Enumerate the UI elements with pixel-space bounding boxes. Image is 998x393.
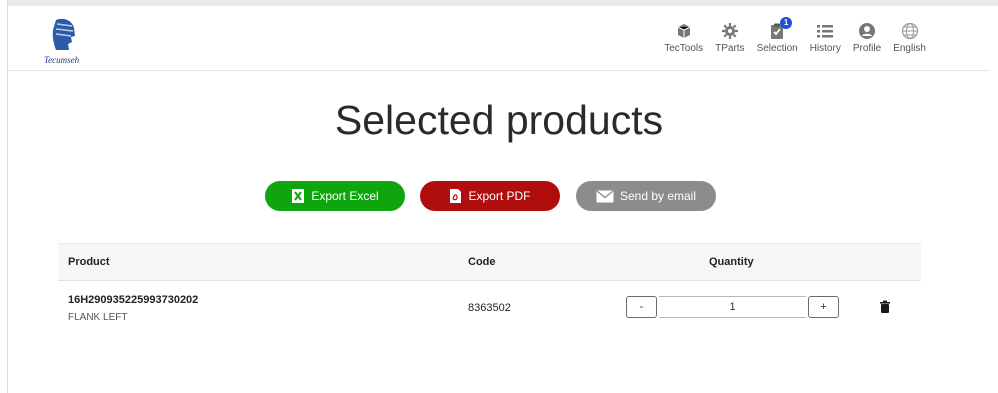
page-title: Selected products [334, 97, 664, 143]
column-header-code: Code [468, 256, 496, 268]
pdf-file-icon [450, 189, 462, 203]
nav-profile[interactable]: Profile [847, 22, 887, 54]
indian-head-logo-icon [52, 18, 75, 50]
table-row: 16H290935225993730202 FLANK LEFT 8363502… [58, 280, 921, 340]
trash-icon[interactable] [878, 300, 892, 314]
product-description: FLANK LEFT [68, 312, 128, 323]
nav-label: History [809, 43, 841, 54]
selection-count-badge: 1 [780, 17, 793, 29]
nav-language[interactable]: English [887, 22, 932, 54]
column-header-product: Product [68, 256, 110, 268]
quantity-stepper: - 1 + [626, 296, 839, 318]
export-excel-button[interactable]: Export Excel [265, 181, 405, 211]
nav-selection[interactable]: 1 Selection [751, 17, 804, 54]
decrease-quantity-button[interactable]: - [626, 296, 657, 318]
nav-label: English [893, 43, 926, 54]
export-pdf-label: Export PDF [468, 189, 531, 203]
box-icon [675, 22, 693, 40]
main-nav: TecTools TParts 1 Selection History Prof… [658, 17, 932, 54]
clipboard-check-icon: 1 [768, 17, 793, 40]
brand-wordmark: Tecumseh [44, 55, 80, 65]
send-by-email-label: Send by email [619, 189, 697, 203]
nav-history[interactable]: History [804, 22, 847, 54]
quantity-field[interactable]: 1 [659, 296, 806, 318]
globe-icon [901, 22, 919, 40]
brand-logo[interactable]: Tecumseh [44, 18, 92, 68]
nav-label: Selection [756, 43, 798, 54]
gear-icon [721, 22, 739, 40]
nav-label: TecTools [664, 43, 704, 54]
nav-label: Profile [852, 43, 882, 54]
send-by-email-button[interactable]: Send by email [576, 181, 716, 211]
export-pdf-button[interactable]: Export PDF [420, 181, 560, 211]
export-excel-label: Export Excel [311, 189, 379, 203]
list-icon [816, 22, 834, 40]
nav-tectools[interactable]: TecTools [658, 22, 709, 54]
product-code: 8363502 [468, 302, 511, 314]
envelope-icon [596, 189, 614, 202]
column-header-quantity: Quantity [709, 256, 754, 268]
table-header: Product Code Quantity [58, 243, 921, 281]
excel-file-icon [292, 189, 305, 203]
window-left-edge [0, 0, 8, 393]
user-icon [858, 22, 876, 40]
nav-label: TParts [715, 43, 745, 54]
top-navbar: Tecumseh TecTools TParts 1 Selection His… [8, 6, 990, 71]
nav-tparts[interactable]: TParts [709, 22, 750, 54]
increase-quantity-button[interactable]: + [808, 296, 839, 318]
product-reference: 16H290935225993730202 [68, 294, 199, 306]
